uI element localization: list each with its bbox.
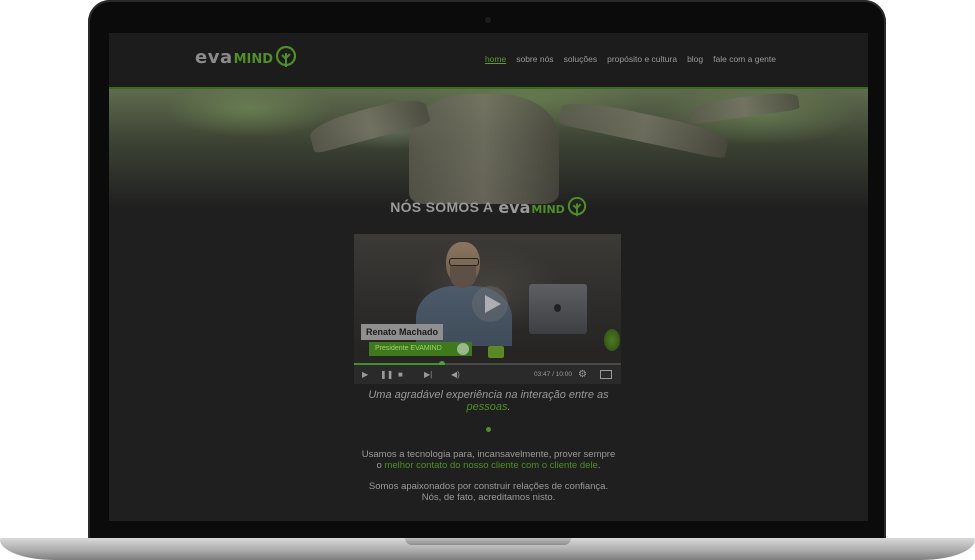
nav-item-home[interactable]: home <box>485 54 506 64</box>
nav-item-blog[interactable]: blog <box>687 54 703 64</box>
site-logo[interactable]: eva MIND <box>195 46 297 68</box>
logo-mind-text: MIND <box>233 51 274 67</box>
page-headline: NÓS SOMOS A eva MIND <box>109 197 868 217</box>
tagline: Uma agradável experiência na interação e… <box>109 389 868 413</box>
para1-line-2: o melhor contato do nosso cliente com o … <box>109 460 868 471</box>
play-icon[interactable]: ▶ <box>362 368 368 381</box>
video-frame[interactable]: Renato Machado Presidente EVAMIND <box>354 234 621 366</box>
volume-icon[interactable]: ◀) <box>451 368 460 381</box>
screen: eva MIND home sobre nós soluções propósi… <box>109 33 868 521</box>
video-player[interactable]: Renato Machado Presidente EVAMIND ▶ ❚❚ ■… <box>354 234 621 384</box>
presenter-glasses <box>449 258 479 266</box>
play-icon <box>485 295 501 313</box>
presenter-role-tag: Presidente EVAMIND <box>369 342 472 356</box>
video-controls: ▶ ❚❚ ■ ▶| ◀) 03:47 / 10:00 ⚙ <box>354 365 621 384</box>
green-mug <box>488 346 504 358</box>
apple-logo-icon <box>554 304 561 312</box>
description-paragraph-1: Usamos a tecnologia para, incansavelment… <box>109 449 868 471</box>
description-paragraph-2: Somos apaixonados por construir relações… <box>109 481 868 503</box>
tree-trunk <box>409 94 559 204</box>
nav-item-fale-com-a-gente[interactable]: fale com a gente <box>713 54 776 64</box>
tagline-end: . <box>507 401 511 413</box>
presenter-beard <box>450 266 476 288</box>
next-icon[interactable]: ▶| <box>424 368 432 381</box>
nav-item-proposito-e-cultura[interactable]: propósito e cultura <box>607 54 677 64</box>
tree-icon <box>567 197 586 217</box>
tree-icon <box>457 343 469 355</box>
plant <box>604 329 620 351</box>
video-time: 03:47 / 10:00 <box>534 371 572 378</box>
headline-mind: MIND <box>531 202 565 216</box>
headline-eva: eva <box>498 197 531 217</box>
site-header: eva MIND home sobre nós soluções propósi… <box>109 33 868 89</box>
presenter-name-tag: Renato Machado <box>361 324 444 340</box>
tagline-highlight: pessoas <box>466 401 508 413</box>
para1-line-1: Usamos a tecnologia para, incansavelment… <box>361 449 616 460</box>
main-nav: home sobre nós soluções propósito e cult… <box>485 54 776 64</box>
nav-item-sobre-nos[interactable]: sobre nós <box>516 54 553 64</box>
section-divider-dot <box>486 427 491 432</box>
pause-icon[interactable]: ❚❚ <box>380 368 393 381</box>
presenter-role-text: Presidente EVAMIND <box>375 345 442 352</box>
laptop-base-notch <box>405 538 571 545</box>
tree-icon <box>275 46 297 67</box>
para2-line-1: Somos apaixonados por construir relações… <box>368 481 609 492</box>
headline-prefix: NÓS SOMOS A <box>390 199 494 215</box>
stop-icon[interactable]: ■ <box>398 368 403 381</box>
fullscreen-icon[interactable] <box>600 368 612 381</box>
camera-dot <box>485 17 491 23</box>
para1-line-2-end: . <box>597 460 601 471</box>
nav-item-solucoes[interactable]: soluções <box>564 54 598 64</box>
para1-highlight: melhor contato do nosso cliente com o cl… <box>384 460 598 471</box>
hero-tree-image <box>109 89 868 209</box>
para2-line-2: Nós, de fato, acreditamos nisto. <box>421 492 556 503</box>
gear-icon[interactable]: ⚙ <box>578 368 587 381</box>
logo-eva-text: eva <box>195 46 233 68</box>
tagline-line-2: pessoas. <box>109 401 868 413</box>
tagline-line-1: Uma agradável experiência na interação e… <box>368 389 609 401</box>
tree-branch <box>688 89 800 125</box>
